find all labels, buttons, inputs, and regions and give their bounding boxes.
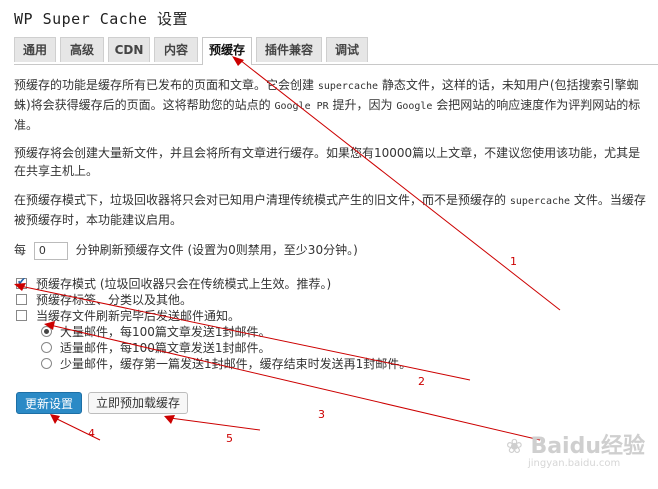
preload-warning: 预缓存将会创建大量新文件，并且会将所有文章进行缓存。如果您有10000篇以上文章… bbox=[14, 146, 641, 178]
email-many-label: 大量邮件，每100篇文章发送1封邮件。 bbox=[60, 325, 271, 339]
annotation-arrow-5 bbox=[169, 417, 261, 431]
update-settings-button[interactable]: 更新设置 bbox=[16, 392, 83, 414]
email-many-radio[interactable] bbox=[41, 326, 52, 337]
preload-description: 预缓存的功能是缓存所有已发布的页面和文章。它会创建 supercache 静态文… bbox=[14, 78, 641, 132]
email-less-radio[interactable] bbox=[41, 358, 52, 369]
email-less-label: 少量邮件，缓存第一篇发送1封邮件，缓存结束时发送再1封邮件。 bbox=[60, 357, 412, 371]
email-medium-label: 适量邮件，每100篇文章发送1封邮件。 bbox=[60, 341, 271, 355]
preload-tags-checkbox[interactable] bbox=[16, 294, 27, 305]
annotation-label-1: 1 bbox=[510, 255, 517, 268]
tab-contents[interactable]: 内容 bbox=[154, 37, 198, 62]
refresh-interval-input[interactable]: 0 bbox=[33, 241, 68, 260]
tab-preload[interactable]: 预缓存 bbox=[202, 37, 252, 65]
email-notify-checkbox[interactable] bbox=[16, 310, 27, 321]
preload-mode-checkbox[interactable] bbox=[16, 275, 27, 289]
tab-debug[interactable]: 调试 bbox=[326, 37, 368, 62]
baidu-watermark: ❀ Baidu经验 jingyan.baidu.com bbox=[506, 428, 646, 469]
preload-now-button[interactable]: 立即预加载缓存 bbox=[88, 392, 189, 414]
watermark-subtext: jingyan.baidu.com bbox=[528, 458, 621, 469]
preload-mode-label: 预缓存模式 (垃圾回收器只会在传统模式上生效。推荐。) bbox=[36, 277, 332, 291]
baidu-paw-icon: ❀ bbox=[506, 434, 523, 458]
tab-cdn[interactable]: CDN bbox=[108, 37, 150, 62]
annotation-label-2: 2 bbox=[418, 375, 425, 388]
refresh-interval-row: 每 0 分钟刷新预缓存文件 (设置为0则禁用，至少30分钟。) bbox=[14, 241, 358, 260]
annotation-label-5: 5 bbox=[226, 432, 233, 445]
email-notify-label: 当缓存文件刷新完毕后发送邮件通知。 bbox=[36, 309, 241, 323]
tab-plugins[interactable]: 插件兼容 bbox=[256, 37, 322, 62]
annotation-arrow-4 bbox=[54, 417, 101, 441]
garbage-collection-note: 在预缓存模式下，垃圾回收器将只会对已知用户清理传统模式产生的旧文件，而不是预缓存… bbox=[14, 193, 646, 227]
refresh-suffix: 分钟刷新预缓存文件 (设置为0则禁用，至少30分钟。) bbox=[75, 243, 358, 257]
tab-advanced[interactable]: 高级 bbox=[60, 37, 104, 62]
annotation-label-3: 3 bbox=[318, 408, 325, 421]
tab-bar: 通用 高级 CDN 内容 预缓存 插件兼容 调试 bbox=[14, 37, 658, 65]
preload-tags-label: 预缓存标签、分类以及其他。 bbox=[36, 293, 193, 307]
tab-general[interactable]: 通用 bbox=[14, 37, 56, 62]
email-medium-radio[interactable] bbox=[41, 342, 52, 353]
page-title: WP Super Cache 设置 bbox=[14, 10, 188, 28]
watermark-text: Baidu经验 bbox=[530, 434, 646, 459]
annotation-label-4: 4 bbox=[88, 427, 95, 440]
refresh-prefix: 每 bbox=[14, 243, 27, 257]
